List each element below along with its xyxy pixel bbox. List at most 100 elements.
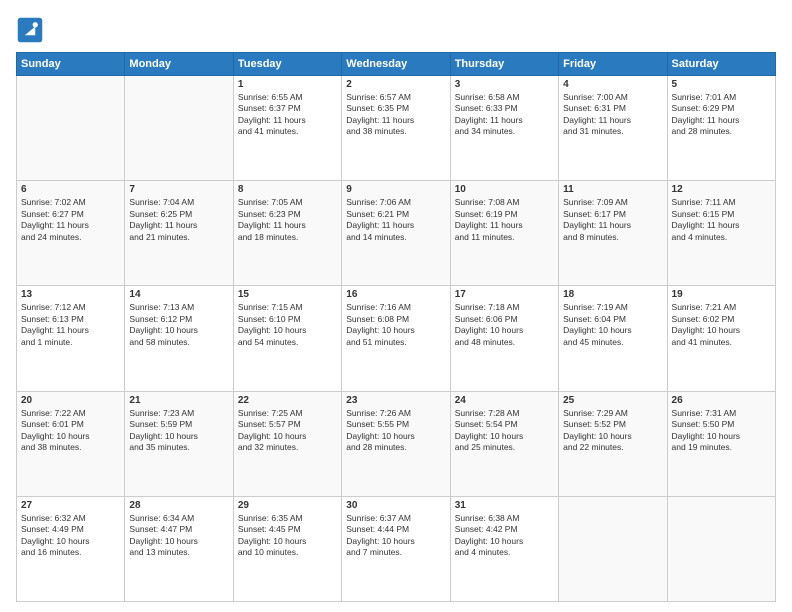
day-info: Sunrise: 6:55 AM Sunset: 6:37 PM Dayligh…	[238, 92, 337, 138]
calendar-cell: 7 Sunrise: 7:04 AM Sunset: 6:25 PM Daylig…	[125, 181, 233, 286]
day-info: Sunrise: 7:00 AM Sunset: 6:31 PM Dayligh…	[563, 92, 662, 138]
day-info: Sunrise: 7:15 AM Sunset: 6:10 PM Dayligh…	[238, 302, 337, 348]
weekday-header: Friday	[559, 53, 667, 76]
day-number: 27	[21, 500, 120, 511]
day-number: 10	[455, 184, 554, 195]
day-number: 2	[346, 79, 445, 90]
day-number: 14	[129, 289, 228, 300]
calendar-week-row: 13 Sunrise: 7:12 AM Sunset: 6:13 PM Dayli…	[17, 286, 776, 391]
day-info: Sunrise: 7:16 AM Sunset: 6:08 PM Dayligh…	[346, 302, 445, 348]
calendar-week-row: 1 Sunrise: 6:55 AM Sunset: 6:37 PM Daylig…	[17, 76, 776, 181]
calendar-cell: 3 Sunrise: 6:58 AM Sunset: 6:33 PM Daylig…	[450, 76, 558, 181]
day-info: Sunrise: 7:26 AM Sunset: 5:55 PM Dayligh…	[346, 408, 445, 454]
day-info: Sunrise: 7:25 AM Sunset: 5:57 PM Dayligh…	[238, 408, 337, 454]
day-info: Sunrise: 7:21 AM Sunset: 6:02 PM Dayligh…	[672, 302, 771, 348]
calendar-cell	[667, 496, 775, 601]
day-info: Sunrise: 7:09 AM Sunset: 6:17 PM Dayligh…	[563, 197, 662, 243]
calendar-cell: 16 Sunrise: 7:16 AM Sunset: 6:08 PM Dayli…	[342, 286, 450, 391]
day-info: Sunrise: 7:19 AM Sunset: 6:04 PM Dayligh…	[563, 302, 662, 348]
day-number: 17	[455, 289, 554, 300]
day-number: 20	[21, 395, 120, 406]
calendar-cell: 31 Sunrise: 6:38 AM Sunset: 4:42 PM Dayli…	[450, 496, 558, 601]
day-number: 24	[455, 395, 554, 406]
day-number: 26	[672, 395, 771, 406]
logo	[16, 16, 48, 44]
day-info: Sunrise: 7:11 AM Sunset: 6:15 PM Dayligh…	[672, 197, 771, 243]
weekday-header: Thursday	[450, 53, 558, 76]
day-number: 8	[238, 184, 337, 195]
day-number: 23	[346, 395, 445, 406]
day-info: Sunrise: 7:02 AM Sunset: 6:27 PM Dayligh…	[21, 197, 120, 243]
calendar-cell: 21Sunrise: 7:23 AM Sunset: 5:59 PM Dayli…	[125, 391, 233, 496]
weekday-header: Tuesday	[233, 53, 341, 76]
day-number: 22	[238, 395, 337, 406]
calendar-cell: 30Sunrise: 6:37 AM Sunset: 4:44 PM Dayli…	[342, 496, 450, 601]
calendar-cell	[125, 76, 233, 181]
day-number: 9	[346, 184, 445, 195]
calendar-cell: 13 Sunrise: 7:12 AM Sunset: 6:13 PM Dayli…	[17, 286, 125, 391]
weekday-header: Wednesday	[342, 53, 450, 76]
day-info: Sunrise: 6:35 AM Sunset: 4:45 PM Dayligh…	[238, 513, 337, 559]
weekday-header: Saturday	[667, 53, 775, 76]
calendar-table: SundayMondayTuesdayWednesdayThursdayFrid…	[16, 52, 776, 602]
day-info: Sunrise: 7:31 AM Sunset: 5:50 PM Dayligh…	[672, 408, 771, 454]
day-info: Sunrise: 7:08 AM Sunset: 6:19 PM Dayligh…	[455, 197, 554, 243]
day-info: Sunrise: 7:12 AM Sunset: 6:13 PM Dayligh…	[21, 302, 120, 348]
day-number: 15	[238, 289, 337, 300]
day-number: 29	[238, 500, 337, 511]
header	[16, 16, 776, 44]
calendar-cell: 26 Sunrise: 7:31 AM Sunset: 5:50 PM Dayli…	[667, 391, 775, 496]
calendar-cell: 17 Sunrise: 7:18 AM Sunset: 6:06 PM Dayli…	[450, 286, 558, 391]
day-info: Sunrise: 7:13 AM Sunset: 6:12 PM Dayligh…	[129, 302, 228, 348]
day-info: Sunrise: 7:01 AM Sunset: 6:29 PM Dayligh…	[672, 92, 771, 138]
day-number: 16	[346, 289, 445, 300]
calendar-week-row: 20 Sunrise: 7:22 AM Sunset: 6:01 PM Dayli…	[17, 391, 776, 496]
day-number: 28	[129, 500, 228, 511]
calendar-cell: 4Sunrise: 7:00 AM Sunset: 6:31 PM Daylig…	[559, 76, 667, 181]
day-info: Sunrise: 7:29 AM Sunset: 5:52 PM Dayligh…	[563, 408, 662, 454]
day-info: Sunrise: 6:58 AM Sunset: 6:33 PM Dayligh…	[455, 92, 554, 138]
calendar-cell: 6 Sunrise: 7:02 AM Sunset: 6:27 PM Daylig…	[17, 181, 125, 286]
day-info: Sunrise: 7:22 AM Sunset: 6:01 PM Dayligh…	[21, 408, 120, 454]
day-number: 6	[21, 184, 120, 195]
weekday-header-row: SundayMondayTuesdayWednesdayThursdayFrid…	[17, 53, 776, 76]
calendar-cell: 20 Sunrise: 7:22 AM Sunset: 6:01 PM Dayli…	[17, 391, 125, 496]
day-number: 1	[238, 79, 337, 90]
calendar-week-row: 27 Sunrise: 6:32 AM Sunset: 4:49 PM Dayli…	[17, 496, 776, 601]
calendar-cell: 27 Sunrise: 6:32 AM Sunset: 4:49 PM Dayli…	[17, 496, 125, 601]
calendar-cell: 14 Sunrise: 7:13 AM Sunset: 6:12 PM Dayli…	[125, 286, 233, 391]
calendar-cell: 28Sunrise: 6:34 AM Sunset: 4:47 PM Dayli…	[125, 496, 233, 601]
weekday-header: Monday	[125, 53, 233, 76]
day-info: Sunrise: 6:57 AM Sunset: 6:35 PM Dayligh…	[346, 92, 445, 138]
calendar-cell: 18 Sunrise: 7:19 AM Sunset: 6:04 PM Dayli…	[559, 286, 667, 391]
calendar-cell: 5Sunrise: 7:01 AM Sunset: 6:29 PM Daylig…	[667, 76, 775, 181]
calendar-cell: 15 Sunrise: 7:15 AM Sunset: 6:10 PM Dayli…	[233, 286, 341, 391]
day-info: Sunrise: 7:28 AM Sunset: 5:54 PM Dayligh…	[455, 408, 554, 454]
calendar-cell: 23 Sunrise: 7:26 AM Sunset: 5:55 PM Dayli…	[342, 391, 450, 496]
calendar-cell: 12Sunrise: 7:11 AM Sunset: 6:15 PM Dayli…	[667, 181, 775, 286]
day-number: 18	[563, 289, 662, 300]
calendar-cell: 24 Sunrise: 7:28 AM Sunset: 5:54 PM Dayli…	[450, 391, 558, 496]
day-number: 7	[129, 184, 228, 195]
day-info: Sunrise: 7:04 AM Sunset: 6:25 PM Dayligh…	[129, 197, 228, 243]
day-info: Sunrise: 7:05 AM Sunset: 6:23 PM Dayligh…	[238, 197, 337, 243]
calendar-cell	[559, 496, 667, 601]
day-info: Sunrise: 6:38 AM Sunset: 4:42 PM Dayligh…	[455, 513, 554, 559]
calendar-week-row: 6 Sunrise: 7:02 AM Sunset: 6:27 PM Daylig…	[17, 181, 776, 286]
calendar-cell: 2 Sunrise: 6:57 AM Sunset: 6:35 PM Daylig…	[342, 76, 450, 181]
day-info: Sunrise: 7:18 AM Sunset: 6:06 PM Dayligh…	[455, 302, 554, 348]
calendar-cell: 8 Sunrise: 7:05 AM Sunset: 6:23 PM Daylig…	[233, 181, 341, 286]
calendar-cell: 22 Sunrise: 7:25 AM Sunset: 5:57 PM Dayli…	[233, 391, 341, 496]
day-number: 13	[21, 289, 120, 300]
calendar-cell: 25 Sunrise: 7:29 AM Sunset: 5:52 PM Dayli…	[559, 391, 667, 496]
weekday-header: Sunday	[17, 53, 125, 76]
logo-icon	[16, 16, 44, 44]
day-number: 11	[563, 184, 662, 195]
day-number: 30	[346, 500, 445, 511]
day-info: Sunrise: 6:32 AM Sunset: 4:49 PM Dayligh…	[21, 513, 120, 559]
page: SundayMondayTuesdayWednesdayThursdayFrid…	[0, 0, 792, 612]
day-number: 3	[455, 79, 554, 90]
day-number: 31	[455, 500, 554, 511]
calendar-cell: 9Sunrise: 7:06 AM Sunset: 6:21 PM Daylig…	[342, 181, 450, 286]
day-number: 25	[563, 395, 662, 406]
